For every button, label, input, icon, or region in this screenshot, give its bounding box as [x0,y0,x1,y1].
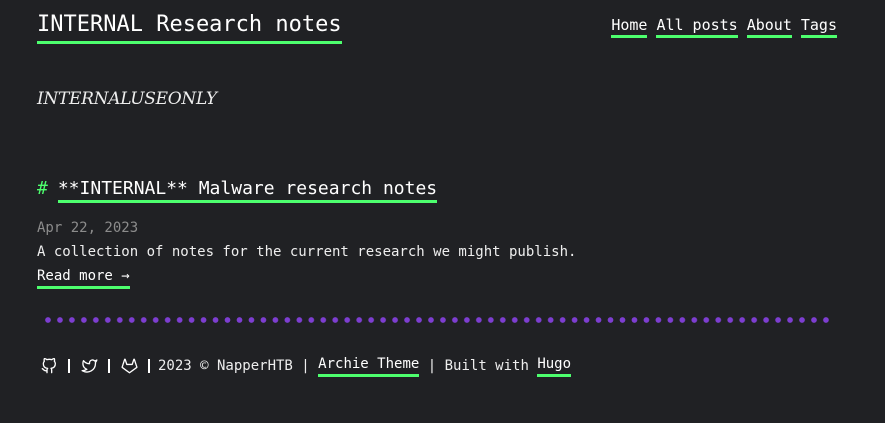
footer-separator [108,358,110,373]
main-nav: Home All posts About Tags [611,15,837,38]
twitter-icon[interactable] [80,357,98,375]
footer-copyright: 2023 © NapperHTB | [158,357,319,374]
hugo-link[interactable]: Hugo [537,354,572,377]
nav-all-posts-link[interactable]: All posts [656,15,738,38]
post-heading: # **INTERNAL** Malware research notes [37,177,438,203]
site-tagline: INTERNALUSEONLY [37,89,217,109]
post-date: Apr 22, 2023 [37,220,139,236]
post-summary: A collection of notes for the current re… [37,244,577,260]
dotted-divider [42,316,832,324]
nav-tags-link[interactable]: Tags [800,15,837,38]
heading-hash-marker: # [37,178,48,199]
nav-home-link[interactable]: Home [611,15,648,38]
footer-separator [68,358,70,373]
footer-built-with: | Built with [419,357,538,374]
site-title-link[interactable]: INTERNAL Research notes [37,10,342,44]
footer: 2023 © NapperHTB | Archie Theme | Built … [40,354,572,377]
footer-separator [148,358,150,373]
github-icon[interactable] [40,357,58,375]
nav-about-link[interactable]: About [746,15,792,38]
archie-theme-link[interactable]: Archie Theme [318,354,420,377]
gitlab-icon[interactable] [120,357,138,375]
post-title-link[interactable]: **INTERNAL** Malware research notes [57,178,438,203]
page: INTERNAL Research notes Home All posts A… [0,0,885,423]
read-more-link[interactable]: Read more → [37,266,130,289]
